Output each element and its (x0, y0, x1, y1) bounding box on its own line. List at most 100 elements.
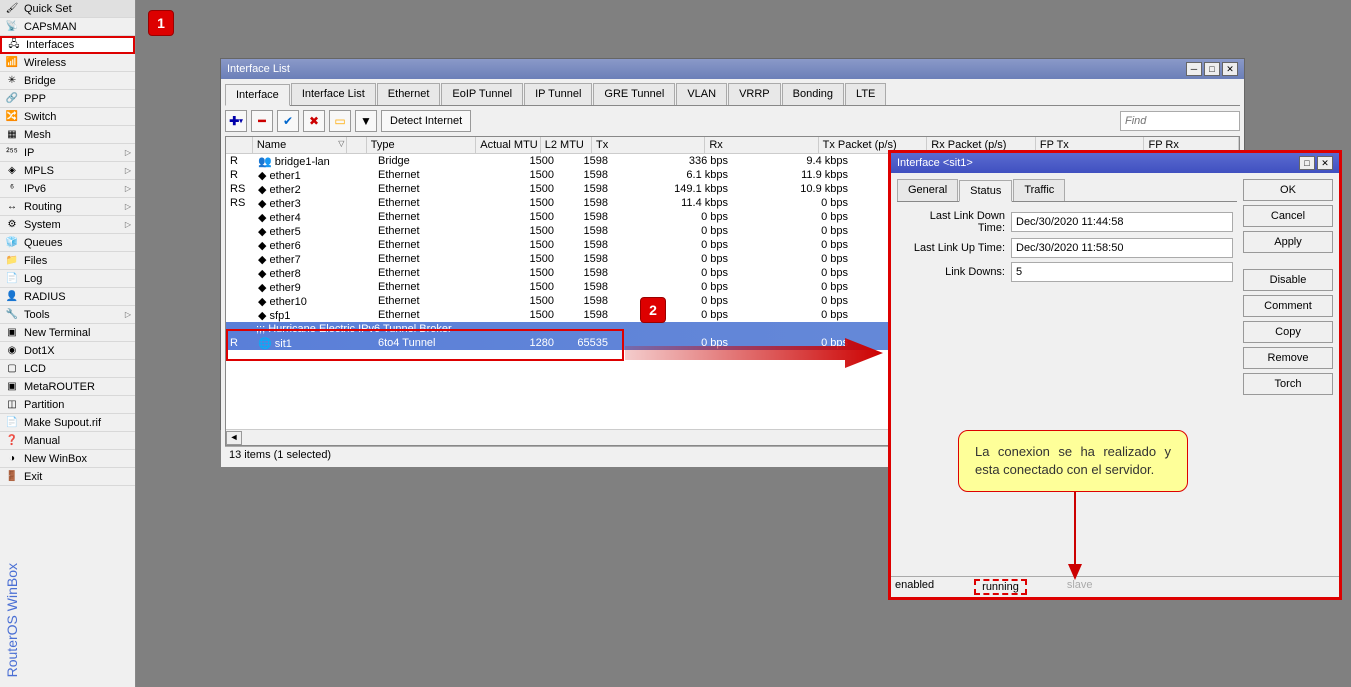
comment-button[interactable]: Comment (1243, 295, 1333, 317)
sidebar-label: Interfaces (26, 39, 74, 51)
sidebar-icon: 👤 (4, 289, 20, 305)
sidebar-item-capsman[interactable]: 📡 CAPsMAN (0, 18, 135, 36)
sidebar-item-system[interactable]: ⚙System▷ (0, 216, 135, 234)
link-downs-field[interactable] (1011, 262, 1233, 282)
detail-tab-traffic[interactable]: Traffic (1013, 179, 1065, 201)
sidebar-label: MetaROUTER (24, 381, 95, 393)
sidebar-icon: ▢ (4, 361, 20, 377)
column-header[interactable]: L2 MTU (541, 137, 592, 153)
sidebar-item-lcd[interactable]: ▢LCD (0, 360, 135, 378)
scroll-left-button[interactable]: ◄ (226, 431, 242, 445)
tab-bonding[interactable]: Bonding (782, 83, 844, 105)
sidebar-item-wireless[interactable]: 📶Wireless (0, 54, 135, 72)
sidebar-item-radius[interactable]: 👤 RADIUS (0, 288, 135, 306)
sidebar-item-ipv6[interactable]: ⁶IPv6▷ (0, 180, 135, 198)
ok-button[interactable]: OK (1243, 179, 1333, 201)
sidebar-label: Dot1X (24, 345, 55, 357)
column-header[interactable]: Type (367, 137, 477, 153)
sidebar-item-bridge[interactable]: ✳Bridge (0, 72, 135, 90)
sidebar-item-ip[interactable]: ²⁵⁵IP▷ (0, 144, 135, 162)
detail-titlebar[interactable]: Interface <sit1> □ ✕ (891, 153, 1339, 173)
sidebar-item-routing[interactable]: ↔Routing▷ (0, 198, 135, 216)
column-header[interactable] (226, 137, 253, 153)
cancel-button[interactable]: Cancel (1243, 205, 1333, 227)
sidebar-icon: 📡 (4, 19, 20, 35)
sidebar-label: Make Supout.rif (24, 417, 101, 429)
minimize-button[interactable]: ─ (1186, 62, 1202, 76)
callout-badge-2: 2 (640, 297, 666, 323)
tab-interface[interactable]: Interface (225, 84, 290, 106)
disable-button[interactable]: Disable (1243, 269, 1333, 291)
sidebar-item-new-winbox[interactable]: ◑New WinBox (0, 450, 135, 468)
sidebar-item-files[interactable]: 📁Files (0, 252, 135, 270)
column-header[interactable]: Actual MTU (476, 137, 540, 153)
column-header[interactable]: Name▽ (253, 137, 348, 153)
toolbar: ✚▾ ━ ✔ ✖ ▭ ▼ Detect Internet (225, 106, 1240, 136)
filter-button[interactable]: ▼ (355, 110, 377, 132)
sidebar-label: Exit (24, 471, 42, 483)
comment-button[interactable]: ▭ (329, 110, 351, 132)
detail-tab-general[interactable]: General (897, 179, 958, 201)
sidebar-item-interfaces[interactable]: 🖧Interfaces (0, 36, 135, 54)
sidebar-item-queues[interactable]: 🧊Queues (0, 234, 135, 252)
find-input[interactable] (1120, 111, 1240, 131)
sidebar-item-partition[interactable]: ◫Partition (0, 396, 135, 414)
tab-ethernet[interactable]: Ethernet (377, 83, 441, 105)
detect-internet-button[interactable]: Detect Internet (381, 110, 471, 132)
sidebar-icon: ⁶ (4, 181, 20, 197)
sidebar-item-switch[interactable]: 🔀Switch (0, 108, 135, 126)
close-button[interactable]: ✕ (1222, 62, 1238, 76)
tab-eoip-tunnel[interactable]: EoIP Tunnel (441, 83, 523, 105)
sidebar-item-dot1x[interactable]: ◉Dot1X (0, 342, 135, 360)
sidebar-item-exit[interactable]: 🚪Exit (0, 468, 135, 486)
sidebar-label: Manual (24, 435, 60, 447)
sidebar-item-new-terminal[interactable]: ▣New Terminal (0, 324, 135, 342)
sidebar-label: PPP (24, 93, 46, 105)
sidebar-icon: ⚙ (4, 217, 20, 233)
maximize-button[interactable]: □ (1204, 62, 1220, 76)
status-enabled: enabled (895, 579, 934, 595)
column-header[interactable]: Tx (592, 137, 705, 153)
last-down-label: Last Link Down Time: (901, 210, 1011, 234)
copy-button[interactable]: Copy (1243, 321, 1333, 343)
detail-maximize-button[interactable]: □ (1299, 156, 1315, 170)
torch-button[interactable]: Torch (1243, 373, 1333, 395)
last-down-field[interactable] (1011, 212, 1233, 232)
tab-vrrp[interactable]: VRRP (728, 83, 781, 105)
sidebar-item-manual[interactable]: ❓Manual (0, 432, 135, 450)
tab-interface-list[interactable]: Interface List (291, 83, 376, 105)
sidebar-item-make-supout.rif[interactable]: 📄Make Supout.rif (0, 414, 135, 432)
sidebar-icon: ²⁵⁵ (4, 145, 20, 161)
window-titlebar[interactable]: Interface List ─ □ ✕ (221, 59, 1244, 79)
remove-button[interactable]: Remove (1243, 347, 1333, 369)
disable-button[interactable]: ✖ (303, 110, 325, 132)
sidebar-label: CAPsMAN (24, 21, 77, 33)
tab-gre-tunnel[interactable]: GRE Tunnel (593, 83, 675, 105)
detail-close-button[interactable]: ✕ (1317, 156, 1333, 170)
column-header[interactable] (347, 137, 366, 153)
tab-lte[interactable]: LTE (845, 83, 886, 105)
sidebar-icon: 🔧 (4, 307, 20, 323)
sidebar-label: RADIUS (24, 291, 66, 303)
sidebar-item-mpls[interactable]: ◈MPLS▷ (0, 162, 135, 180)
remove-button[interactable]: ━ (251, 110, 273, 132)
sidebar-label: IPv6 (24, 183, 46, 195)
sidebar-item-log[interactable]: 📄Log (0, 270, 135, 288)
last-up-field[interactable] (1011, 238, 1233, 258)
detail-tab-status[interactable]: Status (959, 180, 1012, 202)
add-button[interactable]: ✚▾ (225, 110, 247, 132)
enable-button[interactable]: ✔ (277, 110, 299, 132)
annotation-arrow-icon (1060, 492, 1090, 582)
sidebar-label: Routing (24, 201, 62, 213)
apply-button[interactable]: Apply (1243, 231, 1333, 253)
tab-ip-tunnel[interactable]: IP Tunnel (524, 83, 592, 105)
sidebar-label: Partition (24, 399, 64, 411)
sidebar-item-quick-set[interactable]: 🖌Quick Set (0, 0, 135, 18)
sidebar-item-metarouter[interactable]: ▣MetaROUTER (0, 378, 135, 396)
sidebar-item-ppp[interactable]: 🔗PPP (0, 90, 135, 108)
sidebar-label: Quick Set (24, 3, 72, 15)
tab-vlan[interactable]: VLAN (676, 83, 727, 105)
sidebar-item-tools[interactable]: 🔧Tools▷ (0, 306, 135, 324)
column-header[interactable]: Rx (705, 137, 818, 153)
sidebar-item-mesh[interactable]: ▦Mesh (0, 126, 135, 144)
